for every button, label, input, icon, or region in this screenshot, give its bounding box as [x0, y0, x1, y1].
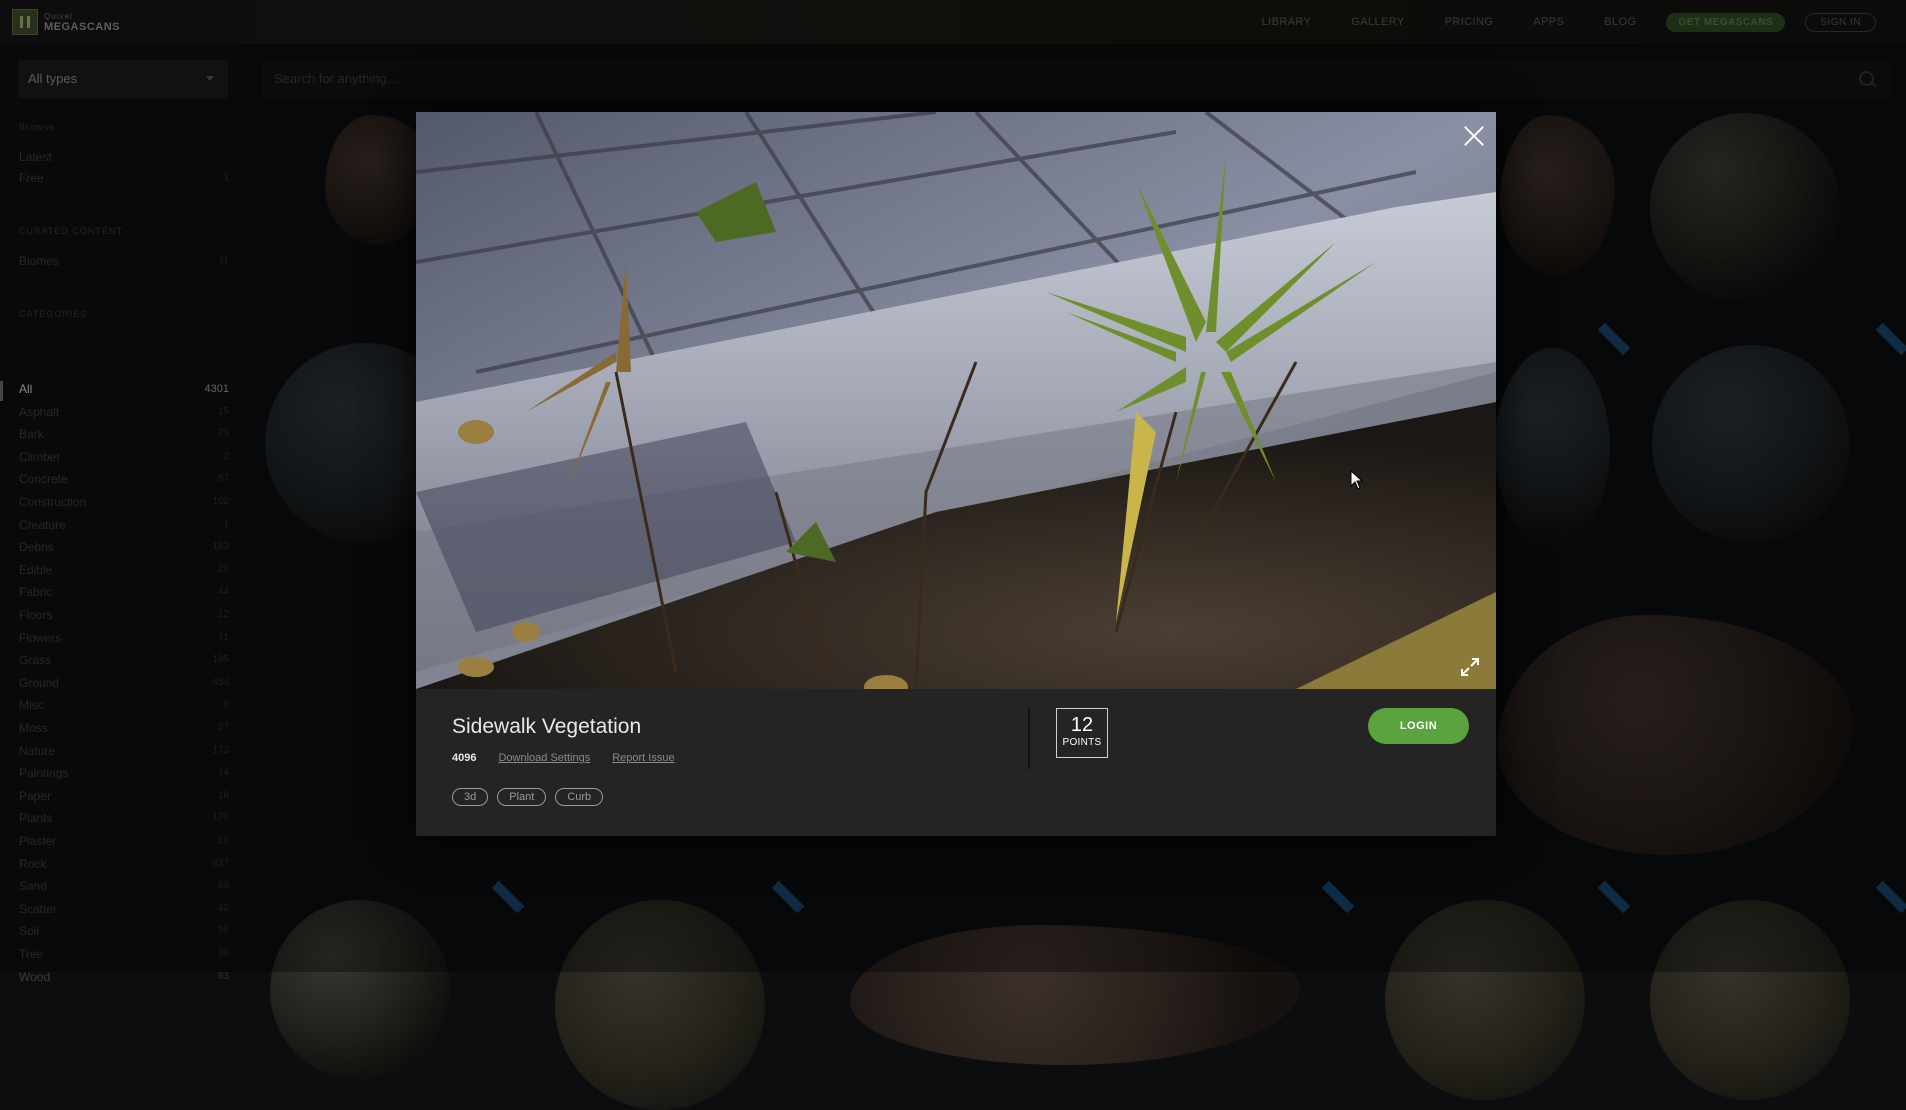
close-icon[interactable] [1462, 124, 1486, 148]
tag-plant[interactable]: Plant [497, 788, 547, 806]
preview-photo [416, 112, 1496, 689]
mouse-cursor-icon [1350, 470, 1364, 490]
points-value: 12 [1070, 714, 1094, 736]
asset-meta: 4096 Download Settings Report Issue [452, 752, 675, 764]
points-label: POINTS [1062, 737, 1102, 748]
resolution-label: 4096 [452, 752, 477, 764]
download-settings-link[interactable]: Download Settings [498, 752, 590, 764]
asset-preview-image[interactable] [416, 112, 1496, 689]
report-issue-link[interactable]: Report Issue [612, 752, 674, 764]
asset-title: Sidewalk Vegetation [452, 715, 642, 738]
asset-modal: Sidewalk Vegetation 4096 Download Settin… [416, 112, 1496, 836]
tag-3d[interactable]: 3d [452, 788, 489, 806]
fullscreen-icon[interactable] [1460, 657, 1480, 677]
login-button[interactable]: LOGIN [1368, 708, 1469, 744]
tag-list: 3d Plant Curb [452, 788, 604, 806]
divider [1028, 707, 1030, 769]
tag-curb[interactable]: Curb [555, 788, 604, 806]
points-badge: 12 POINTS [1056, 708, 1108, 758]
